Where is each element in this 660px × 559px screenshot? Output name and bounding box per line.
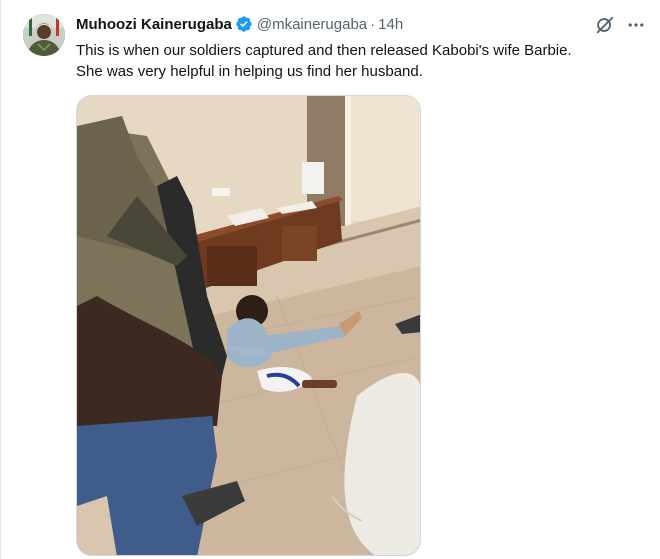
tweet-text-line: This is when our soldiers captured and t… bbox=[76, 42, 572, 59]
tweet-text: This is when our soldiers captured and t… bbox=[76, 40, 646, 82]
header-separator: · bbox=[370, 15, 376, 33]
grok-icon[interactable] bbox=[594, 14, 616, 36]
avatar-icon bbox=[23, 14, 65, 56]
author-display-name[interactable]: Muhoozi Kainerugaba bbox=[76, 16, 232, 33]
verified-badge-icon bbox=[235, 15, 253, 33]
photo-scene bbox=[77, 96, 420, 555]
tweet-card[interactable]: Muhoozi Kainerugaba @mkainerugaba · 14h … bbox=[0, 0, 660, 559]
tweet-header: Muhoozi Kainerugaba @mkainerugaba · 14h bbox=[76, 14, 403, 34]
more-options-icon[interactable] bbox=[625, 14, 647, 36]
tweet-text-line: She was very helpful in helping us find … bbox=[76, 63, 423, 80]
tweet-photo[interactable] bbox=[76, 95, 421, 556]
tweet-timestamp[interactable]: 14h bbox=[378, 16, 403, 33]
author-handle[interactable]: @mkainerugaba bbox=[257, 16, 367, 33]
author-avatar[interactable] bbox=[23, 14, 65, 56]
